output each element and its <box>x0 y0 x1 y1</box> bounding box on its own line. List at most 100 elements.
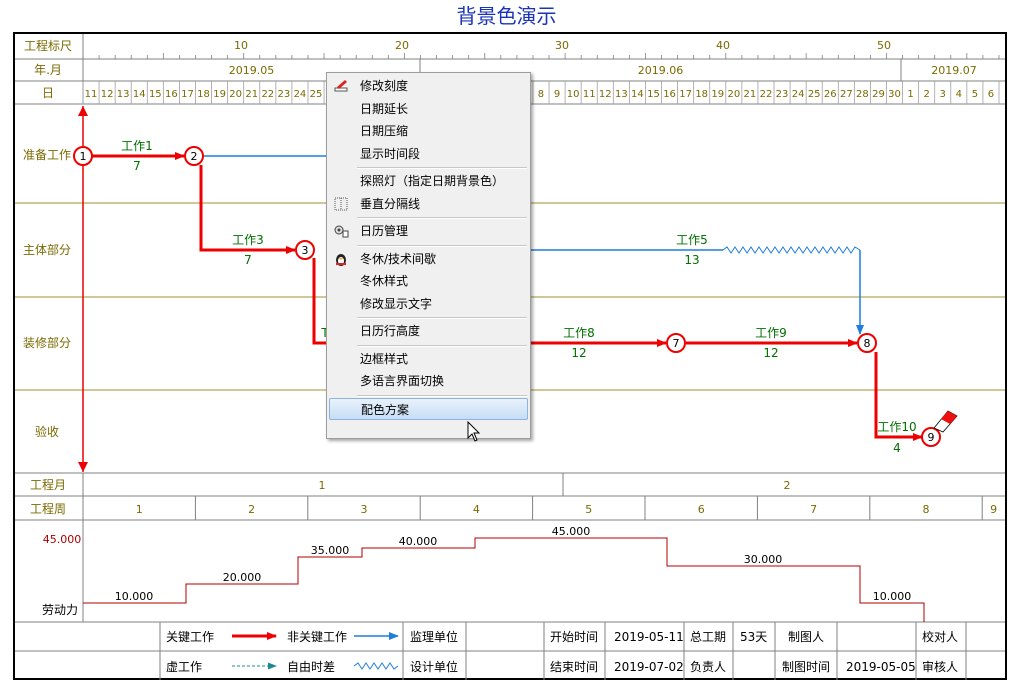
menu-item-label: 冬休样式 <box>360 274 409 288</box>
start-time-label: 开始时间 <box>550 630 598 644</box>
lane-label-decor: 装修部分 <box>23 335 71 350</box>
owner-label: 负责人 <box>690 660 726 674</box>
task-duration: 12 <box>571 346 586 360</box>
legend-critical-label: 关键工作 <box>166 630 214 644</box>
menu-item-label: 冬休/技术间歇 <box>360 251 437 266</box>
vertical-divider-icon <box>334 197 348 210</box>
menu-separator <box>357 217 527 219</box>
legend-table: 关键工作 非关键工作 虚工作 自由时差 监理单位 设计单位 开始时间 结束时间 … <box>15 622 1005 680</box>
day-label: 29 <box>872 89 885 100</box>
labor-value: 40.000 <box>399 535 438 548</box>
menu-item[interactable]: 边框样式 <box>329 348 528 370</box>
proj-month-cell: 2 <box>784 479 791 492</box>
day-label: 21 <box>245 89 258 100</box>
drawer-label: 制图人 <box>788 630 824 644</box>
proj-week-cell: 8 <box>923 503 930 516</box>
menu-item-label: 日期延长 <box>360 101 409 116</box>
month-label: 2019.07 <box>931 64 977 77</box>
menu-item[interactable]: 垂直分隔线 <box>329 193 528 215</box>
menu-item[interactable]: 日历管理 <box>329 220 528 242</box>
menu-item[interactable]: 探照灯（指定日期背景色） <box>329 170 528 192</box>
day-label: 15 <box>647 89 660 100</box>
proj-week-cell: 9 <box>990 503 997 516</box>
ruler-label: 20 <box>395 39 409 52</box>
proj-month-cell: 1 <box>319 479 326 492</box>
menu-item[interactable]: 冬休样式 <box>329 270 528 292</box>
task-duration: 12 <box>763 346 778 360</box>
end-time-label: 结束时间 <box>550 660 598 674</box>
menu-item[interactable]: 修改显示文字 <box>329 293 528 315</box>
proj-week-cell: 4 <box>473 503 480 516</box>
menu-item-label: 修改刻度 <box>360 79 409 93</box>
edge-work5-float <box>722 246 861 254</box>
day-label: 22 <box>261 89 274 100</box>
node-3: 3 <box>295 240 315 260</box>
day-label: 12 <box>599 89 612 100</box>
day-label: 10 <box>567 89 580 100</box>
labor-steps <box>83 537 925 622</box>
row-label-proj-week: 工程周 <box>30 501 66 516</box>
proj-week-cell: 3 <box>361 503 368 516</box>
day-label: 25 <box>310 89 323 100</box>
day-label: 20 <box>229 89 242 100</box>
labor-max-label: 45.000 <box>43 533 82 546</box>
proj-week-cell: 1 <box>136 503 143 516</box>
ruler-label: 30 <box>555 39 569 52</box>
menu-item[interactable]: 多语言界面切换 <box>329 370 528 392</box>
day-label: 3 <box>940 89 946 100</box>
day-label: 2 <box>923 89 929 100</box>
row-label-yearmonth: 年.月 <box>34 63 62 77</box>
labor-value: 20.000 <box>223 571 262 584</box>
project-calendar: 工程月 工程周 1 2 1 2 3 4 5 6 7 8 9 <box>15 473 1005 521</box>
menu-item[interactable]: 修改刻度 <box>329 75 528 97</box>
proj-week-cell: 5 <box>585 503 592 516</box>
labor-histogram: 45.000 劳动力 10.000 20.000 35.000 40.000 4… <box>15 520 1005 623</box>
task-duration: 13 <box>684 253 699 267</box>
day-label: 15 <box>149 89 162 100</box>
menu-item[interactable]: 配色方案 <box>329 397 528 420</box>
proj-week-cell: 7 <box>810 503 817 516</box>
svg-text:3: 3 <box>302 244 309 257</box>
legend-noncritical-label: 非关键工作 <box>287 630 347 644</box>
start-time-value: 2019-05-11 <box>614 630 684 644</box>
menu-item-label: 显示时间段 <box>360 146 421 161</box>
day-label: 19 <box>711 89 724 100</box>
menu-item[interactable]: 日期延长 <box>329 98 528 120</box>
day-label: 20 <box>727 89 740 100</box>
day-label: 23 <box>278 89 291 100</box>
day-label: 30 <box>888 89 901 100</box>
day-label: 21 <box>744 89 757 100</box>
labor-value: 45.000 <box>552 525 591 538</box>
menu-item[interactable]: 显示时间段 <box>329 143 528 165</box>
day-label: 4 <box>956 89 962 100</box>
day-label: 5 <box>972 89 978 100</box>
day-label: 14 <box>631 89 644 100</box>
context-menu: 修改刻度日期延长日期压缩显示时间段探照灯（指定日期背景色） 垂直分隔线日历管理冬休… <box>326 72 531 439</box>
day-label: 18 <box>197 89 210 100</box>
day-label: 19 <box>213 89 226 100</box>
day-label: 17 <box>679 89 692 100</box>
day-label: 8 <box>538 89 544 100</box>
svg-text:9: 9 <box>928 431 935 444</box>
svg-text:7: 7 <box>673 337 680 350</box>
node-7: 7 <box>666 333 686 353</box>
draw-time-value: 2019-05-05 <box>846 660 916 674</box>
time-axis-arrow-top <box>78 106 88 116</box>
mouse-cursor-icon <box>467 421 481 442</box>
day-label: 6 <box>988 89 994 100</box>
menu-item[interactable]: 冬休/技术间歇 <box>329 248 528 270</box>
labor-value: 10.000 <box>115 590 154 603</box>
day-label: 16 <box>165 89 178 100</box>
menu-item-label: 边框样式 <box>360 351 409 366</box>
menu-item-label: 多语言界面切换 <box>360 374 445 388</box>
menu-item[interactable]: 日历行高度 <box>329 320 528 342</box>
task-name: 工作8 <box>563 326 595 340</box>
day-label: 13 <box>615 89 628 100</box>
day-label: 18 <box>695 89 708 100</box>
day-label: 27 <box>840 89 853 100</box>
lane-label-prep: 准备工作 <box>23 148 71 162</box>
svg-text:1: 1 <box>80 150 87 163</box>
labor-value: 35.000 <box>311 544 350 557</box>
menu-item[interactable]: 日期压缩 <box>329 120 528 142</box>
menu-item-label: 配色方案 <box>361 402 410 417</box>
